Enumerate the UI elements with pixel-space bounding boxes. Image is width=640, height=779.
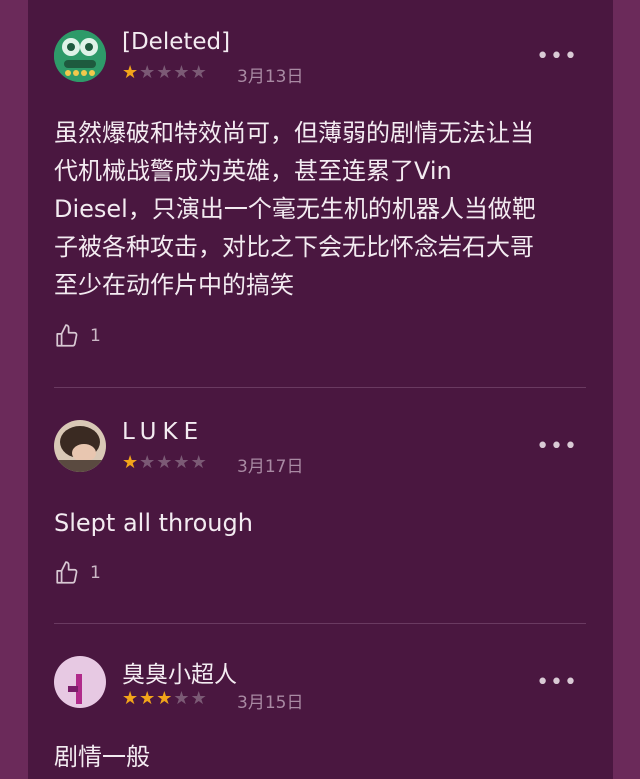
star-icon: ★ xyxy=(190,452,207,473)
pink-avatar-icon xyxy=(54,656,106,708)
star-icon: ★ xyxy=(190,688,207,709)
review-date: 3月15日 xyxy=(237,693,304,713)
star-icon: ★ xyxy=(156,688,173,709)
like-count: 1 xyxy=(90,563,101,583)
star-icon: ★ xyxy=(156,62,173,83)
star-icon: ★ xyxy=(139,62,156,83)
star-icon: ★ xyxy=(173,452,190,473)
star-icon: ★ xyxy=(139,688,156,709)
avatar[interactable] xyxy=(54,656,106,708)
star-icon: ★ xyxy=(122,452,139,473)
star-icon: ★ xyxy=(156,452,173,473)
reviewer-name[interactable]: 臭臭小超人 xyxy=(122,655,237,689)
star-icon: ★ xyxy=(173,688,190,709)
thumbs-up-icon xyxy=(56,561,78,584)
star-rating: ★ ★ ★ ★ ★ xyxy=(122,454,207,472)
like-count: 1 xyxy=(90,326,101,346)
review-text: Slept all through xyxy=(54,504,253,542)
review-date: 3月17日 xyxy=(237,457,304,477)
avatar[interactable] xyxy=(54,30,106,82)
reviewer-name[interactable]: [Deleted] xyxy=(122,29,230,55)
thumbs-up-icon xyxy=(56,324,78,347)
more-options-button[interactable]: ••• xyxy=(536,434,578,459)
like-button[interactable]: 1 xyxy=(54,323,101,349)
more-options-button[interactable]: ••• xyxy=(536,670,578,695)
reviewer-name[interactable]: LUKE xyxy=(122,419,204,445)
review-text-line: 子被各种攻击，对比之下会无比怀念岩石大哥 xyxy=(54,233,534,261)
divider xyxy=(54,623,586,624)
photo-avatar-icon xyxy=(54,420,106,472)
star-icon: ★ xyxy=(190,62,207,83)
star-icon: ★ xyxy=(122,62,139,83)
like-button[interactable]: 1 xyxy=(54,560,101,586)
review-text-line: 剧情一般 xyxy=(54,743,150,771)
star-icon: ★ xyxy=(122,688,139,709)
review-text: 剧情一般 xyxy=(54,738,150,776)
star-rating: ★ ★ ★ ★ ★ xyxy=(122,64,207,82)
star-icon: ★ xyxy=(139,452,156,473)
review-text: 虽然爆破和特效尚可，但薄弱的剧情无法让当 代机械战警成为英雄，甚至连累了Vin … xyxy=(54,114,536,304)
more-options-button[interactable]: ••• xyxy=(536,44,578,69)
review-text-line: Slept all through xyxy=(54,509,253,537)
review-text-line: 虽然爆破和特效尚可，但薄弱的剧情无法让当 xyxy=(54,119,534,147)
divider xyxy=(54,387,586,388)
star-icon: ★ xyxy=(173,62,190,83)
review-text-line: Diesel，只演出一个毫无生机的机器人当做靶 xyxy=(54,195,536,223)
review-date: 3月13日 xyxy=(237,67,304,87)
green-monster-icon xyxy=(54,30,106,82)
avatar[interactable] xyxy=(54,420,106,472)
review-text-line: 代机械战警成为英雄，甚至连累了Vin xyxy=(54,157,452,185)
review-text-line: 至少在动作片中的搞笑 xyxy=(54,271,294,299)
star-rating: ★ ★ ★ ★ ★ xyxy=(122,690,207,708)
